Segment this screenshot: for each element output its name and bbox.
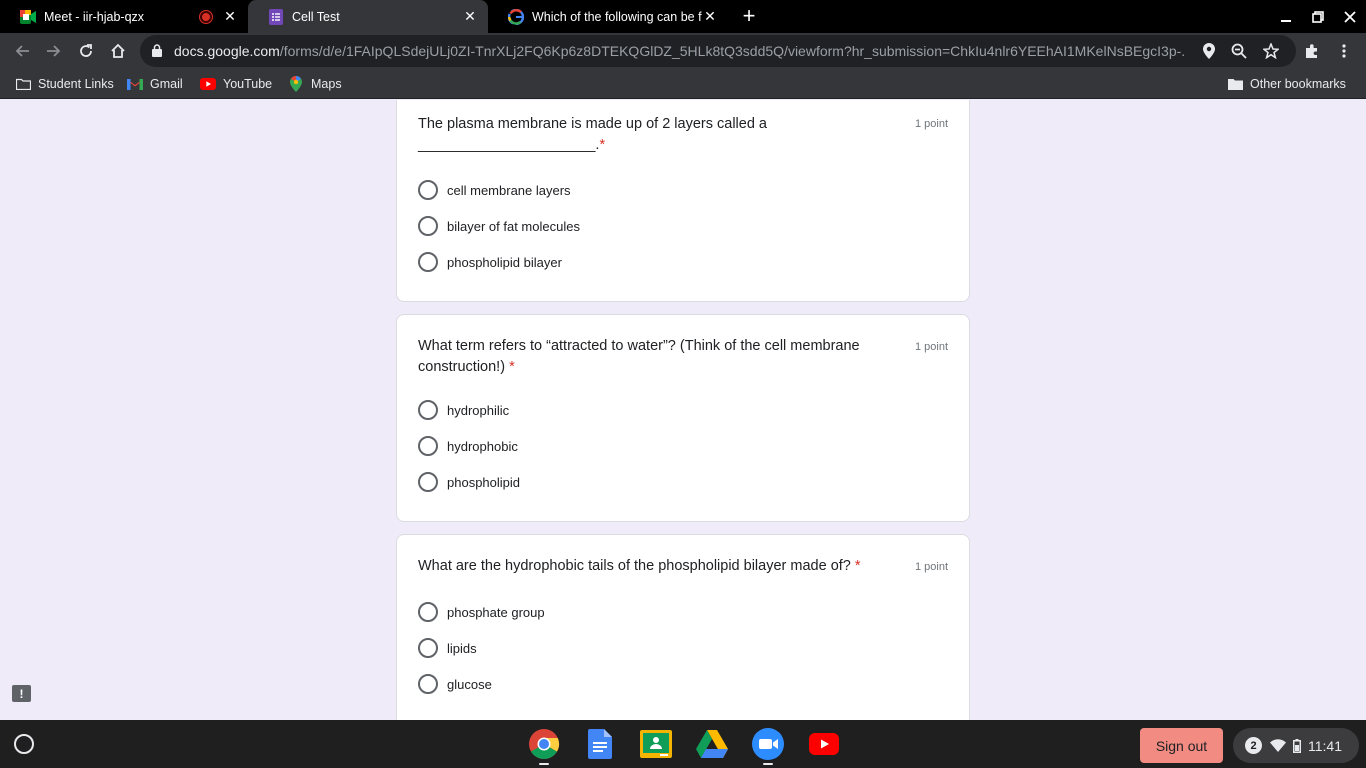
- bookmark-gmail[interactable]: Gmail: [127, 75, 183, 93]
- option-radio[interactable]: lipids: [418, 637, 477, 659]
- tab-title: Meet - iir-hjab-qzx: [44, 9, 145, 24]
- sign-out-button[interactable]: Sign out: [1140, 728, 1223, 763]
- folder-icon: [15, 76, 31, 92]
- google-docs-icon[interactable]: [584, 728, 616, 760]
- radio-button[interactable]: [418, 674, 438, 694]
- battery-icon: [1293, 738, 1301, 753]
- forward-button[interactable]: [40, 37, 68, 65]
- chromeos-shelf: Sign out 2 11:41: [0, 720, 1366, 768]
- google-drive-icon[interactable]: [696, 728, 728, 760]
- points-label: 1 point: [914, 118, 948, 130]
- google-meet-icon: [20, 9, 36, 25]
- chrome-icon[interactable]: [528, 728, 560, 765]
- status-tray[interactable]: 2 11:41: [1233, 728, 1359, 763]
- running-indicator: [763, 763, 773, 765]
- radio-button[interactable]: [418, 472, 438, 492]
- extensions-icon[interactable]: [1298, 37, 1326, 65]
- close-icon[interactable]: ✕: [222, 8, 238, 25]
- restore-button[interactable]: [1302, 0, 1334, 33]
- radio-button[interactable]: [418, 180, 438, 200]
- recording-indicator-icon: [200, 10, 212, 23]
- youtube-icon[interactable]: [808, 728, 840, 760]
- lock-icon[interactable]: [152, 44, 162, 62]
- radio-button[interactable]: [418, 216, 438, 236]
- google-classroom-icon[interactable]: [640, 728, 672, 760]
- url-text: docs.google.com/forms/d/e/1FAIpQLSdejULj…: [174, 43, 1184, 59]
- radio-button[interactable]: [418, 602, 438, 622]
- zoom-icon[interactable]: [752, 728, 784, 765]
- bookmark-student-links[interactable]: Student Links: [15, 75, 114, 93]
- tab-title: Cell Test: [292, 9, 340, 24]
- folder-icon: [1227, 76, 1243, 92]
- option-radio[interactable]: phosphate group: [418, 601, 545, 623]
- clock: 11:41: [1308, 737, 1342, 754]
- browser-toolbar: docs.google.com/forms/d/e/1FAIpQLSdejULj…: [0, 33, 1366, 69]
- address-bar[interactable]: docs.google.com/forms/d/e/1FAIpQLSdejULj…: [140, 35, 1296, 67]
- question-card: The plasma membrane is made up of 2 laye…: [396, 100, 970, 302]
- tab-meet[interactable]: Meet - iir-hjab-qzx ✕: [0, 0, 248, 33]
- option-radio[interactable]: phospholipid bilayer: [418, 251, 562, 273]
- minimize-button[interactable]: [1270, 0, 1302, 33]
- youtube-icon: [200, 76, 216, 92]
- location-icon[interactable]: [1200, 42, 1218, 60]
- bookmark-maps[interactable]: Maps: [288, 75, 342, 93]
- option-radio[interactable]: hydrophobic: [418, 435, 518, 457]
- question-text: What are the hydrophobic tails of the ph…: [418, 558, 861, 574]
- gmail-icon: [127, 76, 143, 92]
- close-icon[interactable]: ✕: [462, 8, 478, 25]
- home-button[interactable]: [104, 37, 132, 65]
- question-text: What term refers to “attracted to water”…: [418, 338, 860, 375]
- other-bookmarks[interactable]: Other bookmarks: [1227, 75, 1346, 93]
- question-card: What are the hydrophobic tails of the ph…: [396, 534, 970, 720]
- maps-icon: [288, 76, 304, 92]
- close-icon[interactable]: ✕: [702, 8, 718, 25]
- radio-button[interactable]: [418, 436, 438, 456]
- launcher-button[interactable]: [14, 734, 34, 754]
- bookmark-star-icon[interactable]: [1262, 42, 1280, 60]
- notification-count: 2: [1245, 737, 1262, 754]
- question-card: What term refers to “attracted to water”…: [396, 314, 970, 522]
- running-indicator: [539, 763, 549, 765]
- tab-title: Which of the following can be fo: [532, 9, 702, 24]
- option-radio[interactable]: glucose: [418, 673, 492, 695]
- radio-button[interactable]: [418, 252, 438, 272]
- reload-button[interactable]: [72, 37, 100, 65]
- bookmark-youtube[interactable]: YouTube: [200, 75, 272, 93]
- bookmarks-bar: Student Links Gmail YouTube Maps Other b…: [0, 69, 1366, 99]
- menu-icon[interactable]: [1330, 37, 1358, 65]
- option-radio[interactable]: hydrophilic: [418, 399, 509, 421]
- form-page: The plasma membrane is made up of 2 laye…: [0, 100, 1366, 720]
- option-radio[interactable]: cell membrane layers: [418, 179, 571, 201]
- tab-cell-test[interactable]: Cell Test ✕: [248, 0, 488, 33]
- back-button[interactable]: [8, 37, 36, 65]
- points-label: 1 point: [914, 561, 948, 573]
- option-radio[interactable]: bilayer of fat molecules: [418, 215, 580, 237]
- option-radio[interactable]: phospholipid: [418, 471, 520, 493]
- google-forms-icon: [268, 8, 284, 25]
- google-icon: [508, 8, 524, 25]
- report-feedback-icon[interactable]: !: [12, 685, 31, 702]
- points-label: 1 point: [914, 341, 948, 353]
- close-window-button[interactable]: [1334, 0, 1366, 33]
- new-tab-button[interactable]: +: [737, 3, 761, 28]
- required-asterisk: *: [854, 558, 861, 574]
- tab-strip: Meet - iir-hjab-qzx ✕ Cell Test ✕ Which …: [0, 0, 1366, 33]
- tab-search[interactable]: Which of the following can be fo ✕: [488, 0, 728, 33]
- wifi-icon: [1270, 739, 1286, 752]
- question-text: The plasma membrane is made up of 2 laye…: [418, 116, 767, 153]
- radio-button[interactable]: [418, 400, 438, 420]
- radio-button[interactable]: [418, 638, 438, 658]
- required-asterisk: *: [599, 137, 606, 153]
- zoom-icon[interactable]: [1230, 42, 1248, 60]
- required-asterisk: *: [509, 359, 515, 375]
